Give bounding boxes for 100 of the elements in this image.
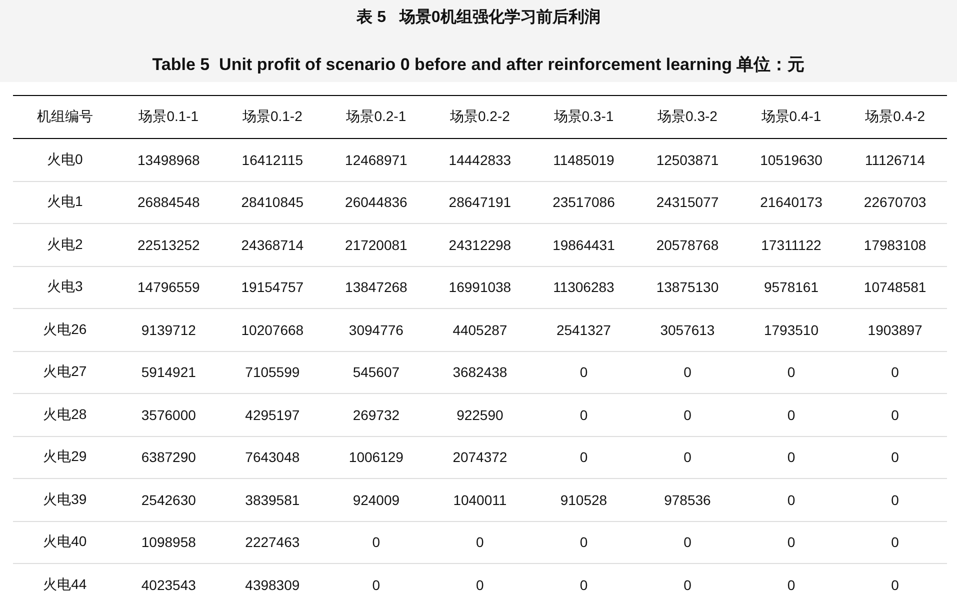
table-cell: 17311122 — [739, 224, 844, 266]
table-cell: 0 — [739, 478, 844, 521]
table-cell: 0 — [428, 521, 532, 564]
table-cell: 19864431 — [532, 224, 636, 266]
table-cell: 0 — [739, 351, 844, 394]
table-subtitle: Table 5 Unit profit of scenario 0 before and after reinforcement learning 单位：元 — [152, 54, 805, 76]
column-header: 场景0.2-1 — [324, 96, 428, 138]
table-cell: 0 — [324, 564, 428, 602]
table-cell: 0 — [532, 564, 636, 602]
table-cell: 火电40 — [13, 521, 117, 564]
table-cell: 1006129 — [324, 436, 428, 478]
table-cell: 0 — [739, 521, 844, 564]
table-cell: 12503871 — [636, 138, 740, 181]
table-cell: 0 — [636, 351, 740, 394]
table-cell: 3576000 — [116, 394, 221, 436]
table-cell: 0 — [843, 394, 947, 436]
table-cell: 17983108 — [843, 224, 947, 266]
table-cell: 0 — [636, 394, 740, 436]
table-cell: 14796559 — [116, 266, 221, 308]
table-cell: 0 — [739, 394, 844, 436]
table-cell: 26044836 — [324, 181, 428, 224]
table-cell: 0 — [532, 394, 636, 436]
table-cell: 11126714 — [843, 138, 947, 181]
table-cell: 火电28 — [13, 394, 117, 436]
table-cell: 0 — [843, 436, 947, 478]
table-cell: 16991038 — [428, 266, 532, 308]
table-cell: 火电26 — [13, 308, 117, 351]
column-header: 场景0.1-2 — [220, 96, 324, 138]
table-cell: 24315077 — [636, 181, 740, 224]
table-cell: 28410845 — [220, 181, 324, 224]
table-cell: 22513252 — [116, 224, 221, 266]
table-cell: 16412115 — [220, 138, 324, 181]
table-cell: 24368714 — [220, 224, 324, 266]
table-cell: 4398309 — [220, 564, 324, 602]
table-cell: 2542630 — [116, 478, 221, 521]
table-cell: 0 — [636, 436, 740, 478]
table-cell: 12468971 — [324, 138, 428, 181]
table-cell: 0 — [636, 521, 740, 564]
table-cell: 1903897 — [843, 308, 947, 351]
table-cell: 10748581 — [843, 266, 947, 308]
table-cell: 火电2 — [13, 224, 117, 266]
table-cell: 3682438 — [428, 351, 532, 394]
table-cell: 21720081 — [324, 224, 428, 266]
table-cell: 910528 — [532, 478, 636, 521]
table-cell: 2227463 — [220, 521, 324, 564]
table-cell: 2074372 — [428, 436, 532, 478]
column-header: 场景0.2-2 — [428, 96, 532, 138]
table-cell: 14442833 — [428, 138, 532, 181]
table-cell: 0 — [324, 521, 428, 564]
table-cell: 922590 — [428, 394, 532, 436]
table-cell: 545607 — [324, 351, 428, 394]
column-header: 机组编号 — [13, 96, 117, 138]
table-cell: 10519630 — [739, 138, 844, 181]
table-cell: 10207668 — [220, 308, 324, 351]
table-cell: 6387290 — [116, 436, 221, 478]
table-cell: 269732 — [324, 394, 428, 436]
table-cell: 0 — [532, 436, 636, 478]
table-cell: 火电39 — [13, 478, 117, 521]
table-cell: 0 — [843, 478, 947, 521]
table-cell: 7105599 — [220, 351, 324, 394]
table-cell: 13498968 — [116, 138, 221, 181]
table-cell: 5914921 — [116, 351, 221, 394]
table-cell: 24312298 — [428, 224, 532, 266]
table-title: 表 5 场景0机组强化学习前后利润 — [356, 7, 600, 28]
table-cell: 13875130 — [636, 266, 740, 308]
table-cell: 23517086 — [532, 181, 636, 224]
table-cell: 978536 — [636, 478, 740, 521]
table-cell: 3057613 — [636, 308, 740, 351]
table-cell: 火电1 — [13, 181, 117, 224]
table-cell: 9578161 — [739, 266, 844, 308]
table-cell: 28647191 — [428, 181, 532, 224]
table-cell: 4295197 — [220, 394, 324, 436]
column-header: 场景0.1-1 — [116, 96, 221, 138]
table-cell: 19154757 — [220, 266, 324, 308]
table-cell: 3094776 — [324, 308, 428, 351]
table-cell: 13847268 — [324, 266, 428, 308]
column-header: 场景0.3-2 — [636, 96, 740, 138]
table-cell: 1040011 — [428, 478, 532, 521]
table-cell: 7643048 — [220, 436, 324, 478]
table-cell: 22670703 — [843, 181, 947, 224]
table-cell: 火电3 — [13, 266, 117, 308]
table-cell: 3839581 — [220, 478, 324, 521]
table-cell: 2541327 — [532, 308, 636, 351]
table-cell: 火电29 — [13, 436, 117, 478]
table-cell: 4023543 — [116, 564, 221, 602]
table-cell: 0 — [636, 564, 740, 602]
table-cell: 0 — [532, 351, 636, 394]
table-cell: 火电0 — [13, 138, 117, 181]
table-cell: 26884548 — [116, 181, 221, 224]
table-cell: 0 — [532, 521, 636, 564]
table-cell: 9139712 — [116, 308, 221, 351]
table-cell: 火电27 — [13, 351, 117, 394]
table-cell: 0 — [843, 564, 947, 602]
table-cell: 0 — [428, 564, 532, 602]
table-cell: 0 — [843, 521, 947, 564]
table-cell: 11306283 — [532, 266, 636, 308]
table-cell: 924009 — [324, 478, 428, 521]
table-cell: 20578768 — [636, 224, 740, 266]
table-cell: 1098958 — [116, 521, 221, 564]
table-cell: 0 — [843, 351, 947, 394]
